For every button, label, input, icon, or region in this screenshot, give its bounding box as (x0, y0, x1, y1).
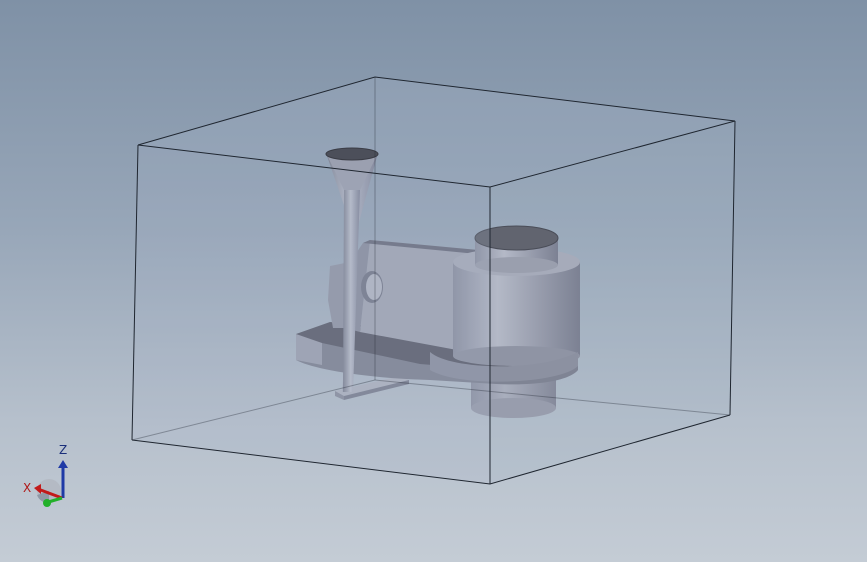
x-axis-label: X (23, 481, 32, 495)
y-end-icon (43, 499, 51, 507)
coordinate-triad[interactable] (34, 460, 68, 507)
z-arrow-icon (58, 460, 68, 468)
model-scene[interactable] (0, 0, 867, 562)
graphics-viewport[interactable]: Z X (0, 0, 867, 562)
bounding-box-front (132, 145, 490, 484)
z-axis-label: Z (59, 443, 68, 457)
